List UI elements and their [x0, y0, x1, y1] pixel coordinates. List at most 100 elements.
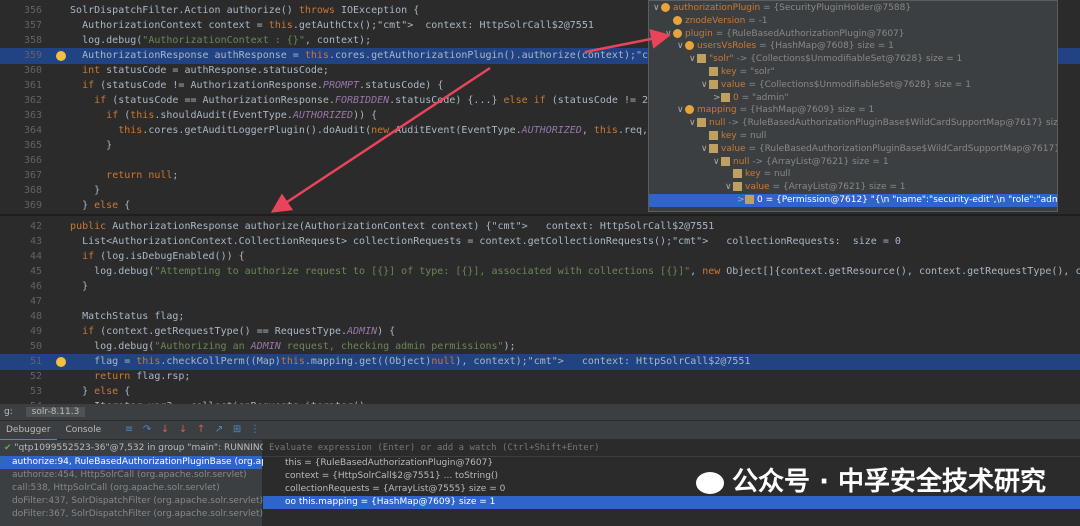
expand-chevron-icon[interactable]: ∨ [677, 40, 685, 53]
map-entry-icon [733, 182, 742, 192]
popup-node[interactable]: ∨ usersVsRoles = {HashMap@7608} size = 1 [649, 40, 1057, 53]
debug-toolbar-icon[interactable]: ↑ [195, 424, 207, 436]
watermark: 公众号 · 中孚安全技术研究 [696, 461, 1046, 498]
bottom-line-53[interactable]: 53 } else { [0, 384, 1080, 400]
line-number: 46 [29, 281, 42, 292]
map-entry-icon [697, 118, 706, 128]
node-value: = {RuleBasedAuthorizationPluginBase$Wild… [748, 143, 1058, 154]
tab-debugger[interactable]: Debugger [0, 421, 57, 441]
node-name: value [721, 143, 746, 154]
debug-toolbar-icon[interactable]: ≡ [123, 424, 135, 436]
bottom-line-47[interactable]: 47 [0, 294, 1080, 310]
line-number: 52 [29, 371, 42, 382]
intention-bulb-icon[interactable] [56, 51, 66, 61]
tab-console[interactable]: Console [59, 421, 107, 439]
popup-node[interactable]: ∨ value = {Collections$UnmodifiableSet@76… [649, 79, 1057, 92]
bottom-line-49[interactable]: 49 if (context.getRequestType() == Reque… [0, 324, 1080, 340]
popup-node[interactable]: key = "solr" [649, 66, 1057, 79]
field-icon [673, 15, 682, 25]
code-text: flag = this.checkCollPerm((Map)this.mapp… [58, 356, 751, 367]
node-value: = null [760, 169, 791, 180]
stack-frame[interactable]: authorize:454, HttpSolrCall (org.apache.… [0, 469, 262, 482]
node-value: -> {ArrayList@7621} size = 1 [749, 156, 889, 167]
popup-node[interactable]: ∨ mapping = {HashMap@7609} size = 1 [649, 104, 1057, 117]
node-name: value [721, 79, 746, 90]
code-text: } [58, 281, 89, 292]
expand-chevron-icon[interactable]: > [737, 194, 745, 207]
line-number: 368 [23, 185, 42, 196]
debug-toolbar-icon[interactable]: ↗ [213, 424, 225, 436]
popup-node[interactable]: ∨ "solr" -> {Collections$UnmodifiableSet@… [649, 53, 1057, 66]
popup-node[interactable]: ∨ authorizationPlugin = {SecurityPluginHo… [649, 2, 1057, 15]
line-number: 49 [29, 326, 42, 337]
popup-node[interactable]: key = null [649, 168, 1057, 181]
popup-node[interactable]: ∨ value = {RuleBasedAuthorizationPluginBa… [649, 143, 1057, 156]
line-number: 42 [29, 221, 42, 232]
expand-chevron-icon[interactable]: ∨ [677, 104, 685, 117]
watermark-text: 公众号 · 中孚安全技术研究 [732, 467, 1046, 497]
code-text: if (context.getRequestType() == RequestT… [82, 326, 396, 337]
expand-chevron-icon[interactable]: ∨ [701, 79, 709, 92]
bottom-line-45[interactable]: 45 log.debug("Attempting to authorize re… [0, 264, 1080, 280]
bottom-line-44[interactable]: 44 if (log.isDebugEnabled()) { [0, 249, 1080, 265]
stack-frame[interactable]: doFilter:367, SolrDispatchFilter (org.ap… [0, 508, 263, 521]
code-text: return flag.rsp; [94, 371, 191, 382]
map-entry-icon [697, 54, 706, 64]
line-number: 51 [29, 356, 42, 367]
popup-node[interactable]: >0 = {Permission@7612} "{\n "name":"secu… [649, 194, 1057, 207]
popup-node[interactable]: ∨ plugin = {RuleBasedAuthorizationPlugin@… [649, 28, 1057, 41]
node-value: = -1 [745, 15, 768, 26]
code-text: } else { [58, 386, 131, 397]
expand-chevron-icon[interactable]: ∨ [689, 117, 697, 130]
intention-bulb-icon[interactable] [56, 357, 66, 367]
debug-variables-popup[interactable]: ∨ authorizationPlugin = {SecurityPluginHo… [648, 0, 1058, 212]
debug-toolbar-icon[interactable]: ↷ [141, 424, 153, 436]
debug-toolbar-icon[interactable]: ⋮ [249, 424, 261, 436]
thread-selector[interactable]: ✔ "qtp1099552523-36"@7,532 in group "mai… [0, 440, 282, 456]
stack-frame[interactable]: authorize:94, RuleBasedAuthorizationPlug… [0, 456, 315, 469]
node-value: = {ArrayList@7621} size = 1 [769, 182, 906, 193]
evaluate-expression-input[interactable]: Evaluate expression (Enter) or add a wat… [263, 440, 1080, 457]
stack-frame[interactable]: doFilter:437, SolrDispatchFilter (org.ap… [0, 495, 263, 508]
line-number: 43 [29, 236, 42, 247]
bottom-line-46[interactable]: 46 } [0, 279, 1080, 295]
line-number: 47 [29, 296, 42, 307]
node-name: value [745, 182, 770, 193]
bottom-line-42[interactable]: 42 public AuthorizationResponse authoriz… [0, 219, 1080, 235]
expand-chevron-icon[interactable]: ∨ [653, 2, 661, 15]
popup-node[interactable]: ∨ null -> {ArrayList@7621} size = 1 [649, 156, 1057, 169]
debug-toolbar-icon[interactable]: ↓ [159, 424, 171, 436]
line-number: 53 [29, 386, 42, 397]
expand-chevron-icon[interactable]: > [713, 92, 721, 105]
popup-node[interactable]: key = null [649, 130, 1057, 143]
popup-node[interactable]: ∨ null -> {RuleBasedAuthorizationPluginBa… [649, 117, 1057, 130]
map-entry-icon [709, 67, 718, 76]
expand-chevron-icon[interactable]: ∨ [713, 156, 721, 169]
bottom-line-48[interactable]: 48 MatchStatus flag; [0, 309, 1080, 325]
wechat-logo-icon [696, 471, 725, 494]
node-value: = null [736, 131, 767, 141]
thread-label: "qtp1099552523-36"@7,532 in group "main"… [14, 443, 267, 453]
expand-chevron-icon[interactable]: ∨ [701, 143, 709, 156]
debug-toolbar-icon[interactable]: ⊞ [231, 424, 243, 436]
expand-chevron-icon[interactable]: ∨ [665, 28, 673, 41]
node-name: "solr" [709, 54, 734, 65]
stack-frame[interactable]: call:538, HttpSolrCall (org.apache.solr.… [0, 482, 262, 495]
code-text: if (log.isDebugEnabled()) { [82, 251, 245, 262]
expand-chevron-icon[interactable]: ∨ [725, 181, 733, 194]
session-tab[interactable]: solr-8.11.3 [25, 407, 86, 417]
node-value: = "admin" [738, 92, 789, 103]
bottom-line-43[interactable]: 43 List<AuthorizationContext.CollectionR… [0, 234, 1080, 250]
debug-toolbar-icon[interactable]: ↓ [177, 424, 189, 436]
node-name: key [745, 169, 761, 180]
popup-node[interactable]: >0 = "admin" [649, 92, 1057, 105]
bottom-line-50[interactable]: 50 log.debug("Authorizing an ADMIN reque… [0, 339, 1080, 355]
bottom-line-51[interactable]: 51 flag = this.checkCollPerm((Map)this.m… [0, 354, 1080, 370]
popup-node[interactable]: znodeVersion = -1 [649, 15, 1057, 28]
debug-toolbar: ≡ ↷ ↓ ↓ ↑ ↗ ⊞ ⋮ [120, 424, 264, 436]
node-value: = {RuleBasedAuthorizationPlugin@7607} [712, 28, 905, 39]
expand-chevron-icon[interactable]: ∨ [689, 53, 697, 66]
node-value: = {HashMap@7609} size = 1 [736, 105, 875, 116]
bottom-line-52[interactable]: 52 return flag.rsp; [0, 369, 1080, 385]
popup-node[interactable]: ∨ value = {ArrayList@7621} size = 1 [649, 181, 1057, 194]
